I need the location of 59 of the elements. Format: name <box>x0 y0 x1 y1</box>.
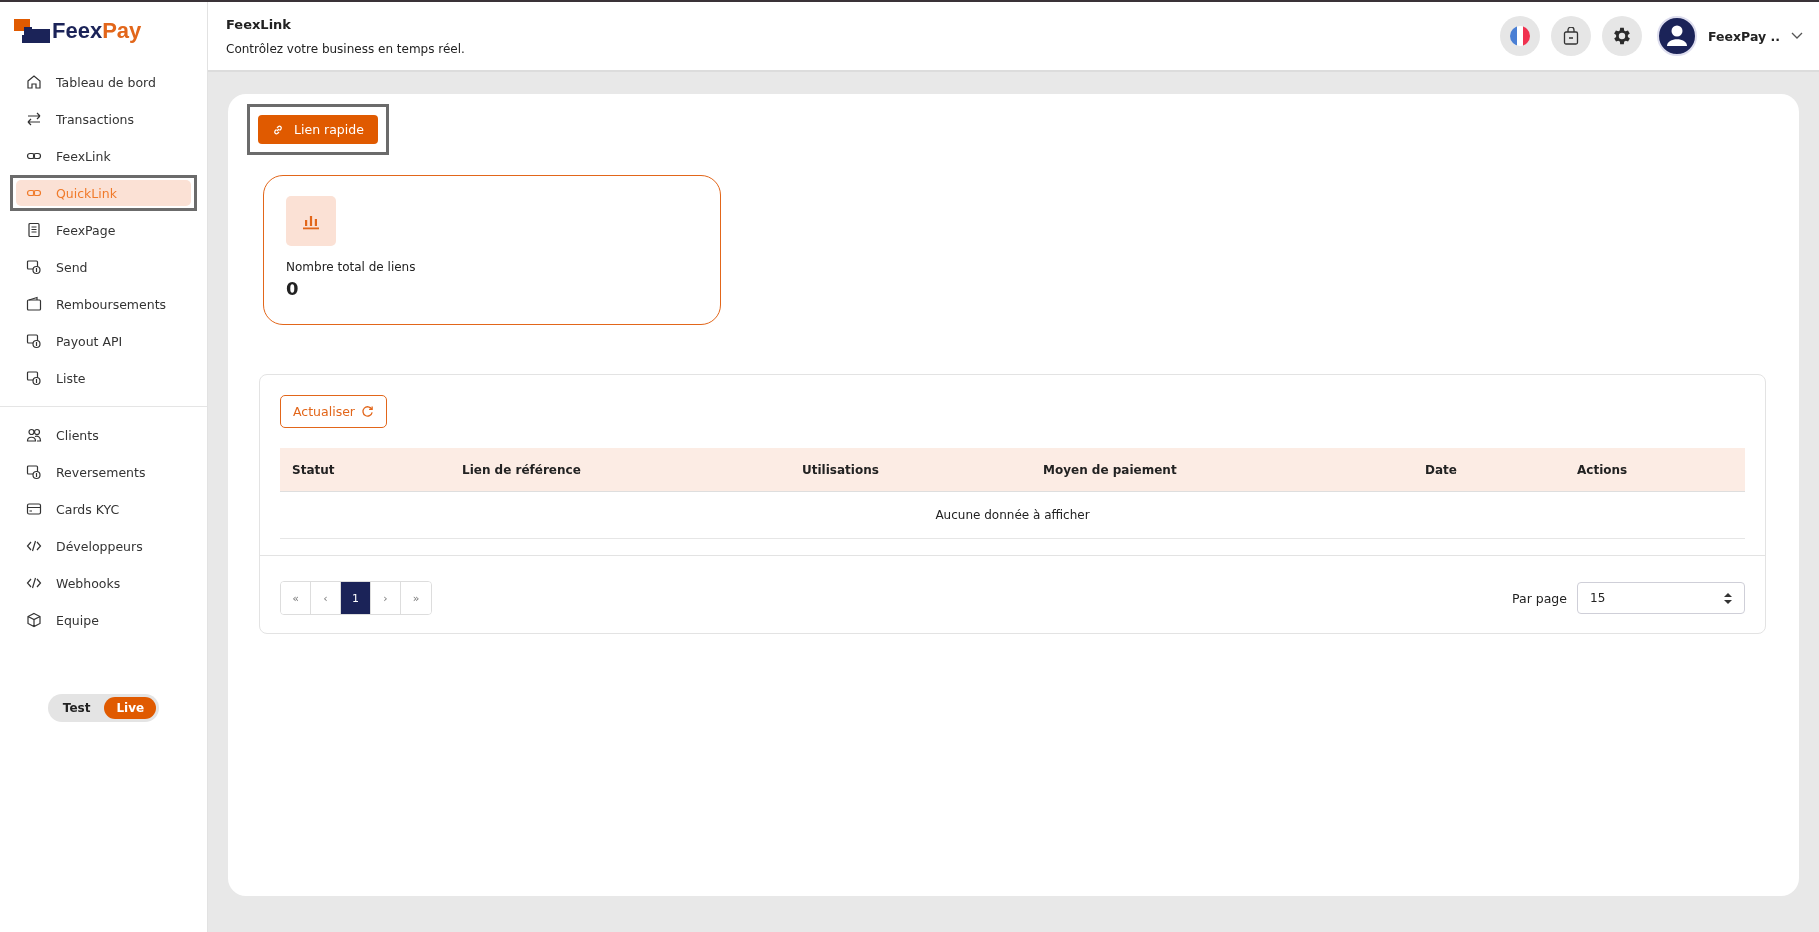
column-header: Utilisations <box>801 462 880 477</box>
sidebar-item[interactable]: Cards KYC <box>16 496 191 522</box>
page-button[interactable]: 1 <box>341 582 371 614</box>
money-icon <box>26 259 42 275</box>
code-icon <box>26 538 42 554</box>
sidebar-item[interactable]: Remboursements <box>16 291 191 317</box>
settings-button[interactable] <box>1602 16 1643 56</box>
page-title: FeexLink <box>226 16 292 32</box>
sort-arrows-icon <box>1724 592 1732 604</box>
home-icon <box>26 74 42 90</box>
sidebar-item[interactable]: Clients <box>16 422 191 448</box>
sidebar-item[interactable]: Equipe <box>16 607 191 633</box>
link-icon <box>272 123 284 136</box>
shop-button[interactable] <box>1551 16 1592 56</box>
bag-icon <box>1563 27 1580 45</box>
money-icon <box>26 464 42 480</box>
sidebar-item[interactable]: Webhooks <box>16 570 191 596</box>
per-page-select[interactable]: 15 <box>1577 582 1745 614</box>
sidebar-item[interactable]: Liste <box>16 365 191 391</box>
code-icon <box>26 575 42 591</box>
doc-icon <box>26 222 42 238</box>
refresh-button[interactable]: Actualiser <box>280 395 387 428</box>
empty-message: Aucune donnée à afficher <box>935 508 1090 522</box>
language-button[interactable] <box>1500 16 1541 56</box>
arrows-icon <box>26 111 42 127</box>
logo-icon <box>14 19 50 43</box>
stat-value: 0 <box>286 278 300 299</box>
stat-label: Nombre total de liens <box>286 260 417 274</box>
chevron-down-icon[interactable] <box>1791 32 1803 40</box>
card-icon <box>26 501 42 517</box>
sidebar-item[interactable]: Transactions <box>16 106 191 132</box>
money-icon <box>26 333 42 349</box>
users-icon <box>26 427 42 443</box>
sidebar-item[interactable]: Tableau de bord <box>16 69 191 95</box>
logo-text: FeexPay <box>52 18 142 44</box>
column-header: Date <box>1424 462 1458 477</box>
page-button[interactable]: « <box>281 582 311 614</box>
user-name[interactable]: FeexPay .. <box>1708 28 1780 44</box>
sidebar-item[interactable]: Développeurs <box>16 533 191 559</box>
column-header: Actions <box>1576 462 1629 477</box>
sidebar-item[interactable]: Payout API <box>16 328 191 354</box>
column-header: Lien de référence <box>461 462 582 477</box>
mode-option[interactable]: Test <box>50 697 103 719</box>
column-header: Moyen de paiement <box>1042 462 1178 477</box>
mode-option[interactable]: Live <box>104 697 157 719</box>
sidebar-item[interactable]: FeexLink <box>16 143 191 169</box>
money-icon <box>26 370 42 386</box>
flag-icon <box>1510 26 1531 46</box>
sidebar-item[interactable]: FeexPage <box>16 217 191 243</box>
sidebar-item[interactable]: Reversements <box>16 459 191 485</box>
column-header: Statut <box>291 462 336 477</box>
sidebar-item[interactable]: Send <box>16 254 191 280</box>
wallet-icon <box>26 296 42 312</box>
avatar-icon <box>1657 16 1698 56</box>
per-page-label: Par page <box>1512 590 1567 606</box>
cube-icon <box>26 612 42 628</box>
refresh-icon <box>361 405 374 418</box>
page-subtitle: Contrôlez votre business en temps réel. <box>226 41 465 56</box>
quick-link-button[interactable]: Lien rapide <box>258 115 378 144</box>
